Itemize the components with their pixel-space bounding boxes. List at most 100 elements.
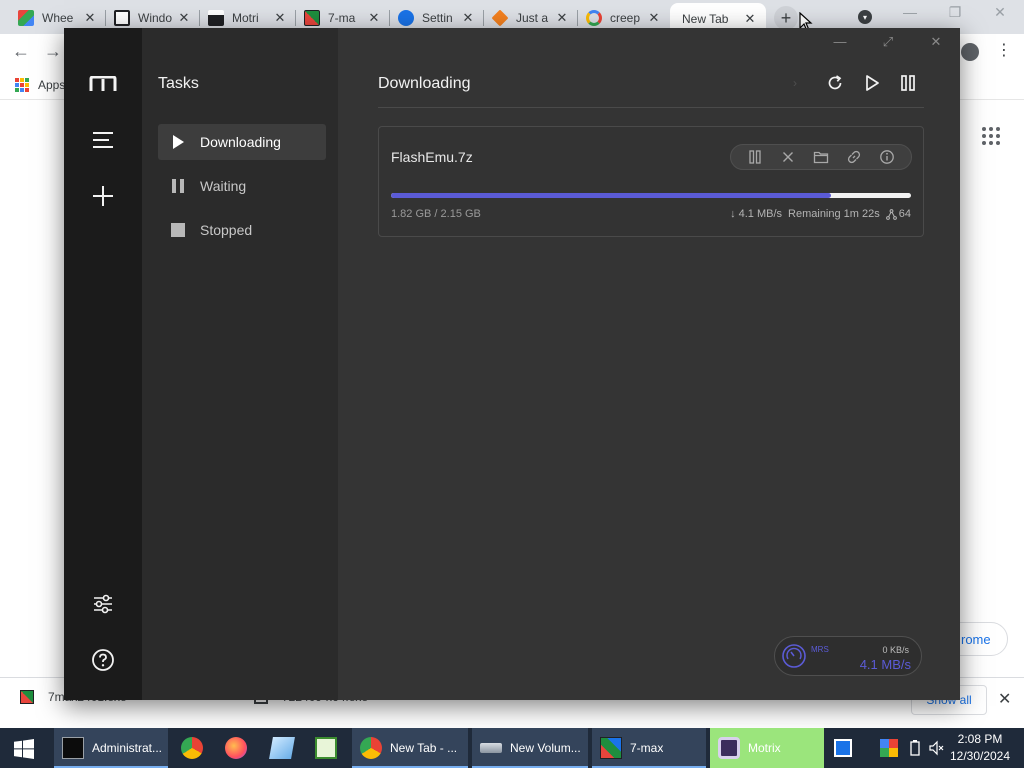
browser-minimize-icon[interactable]: — xyxy=(890,4,930,20)
tab-close-icon[interactable]: ✕ xyxy=(646,10,662,26)
connections-icon xyxy=(885,208,897,220)
play-icon xyxy=(173,135,184,149)
back-icon[interactable]: ← xyxy=(12,41,30,62)
tab-favicon-icon xyxy=(491,9,509,26)
taskbar-item-explorer[interactable]: New Volum... xyxy=(472,728,588,768)
settings-sliders-icon[interactable] xyxy=(91,592,115,616)
help-icon[interactable] xyxy=(91,648,115,672)
tab-favicon-icon xyxy=(18,9,34,26)
cmd-icon xyxy=(62,737,84,759)
nav-item-waiting[interactable]: Waiting xyxy=(158,168,326,204)
downloads-close-icon[interactable]: ✕ xyxy=(998,689,1011,709)
tab-close-icon[interactable]: ✕ xyxy=(554,10,570,26)
taskbar-item-chrome-window[interactable]: New Tab - ... xyxy=(352,728,468,768)
folder-icon[interactable] xyxy=(813,149,829,165)
task-name: FlashEmu.7z xyxy=(391,149,473,165)
speedometer[interactable]: MRS 0 KB/s 4.1 MB/s xyxy=(774,636,922,676)
browser-tab[interactable]: 7-ma ✕ xyxy=(296,4,390,31)
task-item[interactable]: FlashEmu.7z 1.82 GB / 2.15 GB ↓ 4.1 MB/s… xyxy=(378,126,924,237)
nav-item-downloading[interactable]: Downloading xyxy=(158,124,326,160)
header-divider xyxy=(378,107,924,108)
firefox-icon xyxy=(225,737,247,759)
drive-icon xyxy=(480,743,502,753)
taskbar-clock[interactable]: 2:08 PM 12/30/2024 xyxy=(948,731,1012,765)
chrome-icon xyxy=(181,737,203,759)
tab-close-icon[interactable]: ✕ xyxy=(366,10,382,26)
tray-color-icon[interactable] xyxy=(880,739,898,757)
task-stats: ↓ 4.1 MB/s Remaining 1m 22s 64 xyxy=(730,208,911,220)
menu-icon[interactable] xyxy=(91,128,115,152)
panel-title: Tasks xyxy=(158,75,199,92)
tab-favicon-icon xyxy=(398,9,414,26)
page-title: Downloading xyxy=(378,75,471,92)
spreadsheet-icon xyxy=(315,737,337,759)
task-progress-fill xyxy=(391,193,832,198)
download-speed: 4.1 MB/s xyxy=(859,657,911,672)
browser-close-icon[interactable]: ✕ xyxy=(980,4,1020,21)
motrix-maximize-icon[interactable]: ⤢ xyxy=(876,34,900,52)
taskbar-item-cmd[interactable]: Administrat... xyxy=(54,728,168,768)
tab-close-icon[interactable]: ✕ xyxy=(82,10,98,26)
taskbar-item-spreadsheet[interactable] xyxy=(306,728,346,768)
taskbar-item-firefox[interactable] xyxy=(216,728,256,768)
volume-muted-icon[interactable] xyxy=(928,739,946,757)
task-progress-bar xyxy=(391,193,911,198)
tray-app-icon[interactable] xyxy=(834,739,852,757)
taskbar-item-7max[interactable]: 7-max xyxy=(592,728,706,768)
browser-tab[interactable]: Motri ✕ xyxy=(200,4,296,31)
google-icon xyxy=(586,9,602,26)
battery-icon[interactable] xyxy=(906,739,924,757)
motrix-window: Tasks Downloading Waiting Stopped — ⤢ ✕ … xyxy=(64,28,960,700)
motrix-close-icon[interactable]: ✕ xyxy=(924,34,948,52)
clock-date: 12/30/2024 xyxy=(949,749,1011,763)
taskbar-item-chrome-pinned[interactable] xyxy=(172,728,212,768)
browser-tab[interactable]: creep ✕ xyxy=(578,4,670,31)
browser-menu-icon[interactable]: ⋮ xyxy=(996,40,1012,60)
tasks-panel: Tasks Downloading Waiting Stopped xyxy=(142,28,338,700)
speedometer-gauge-icon xyxy=(782,644,806,668)
windows-start-icon[interactable] xyxy=(14,739,34,759)
tab-favicon-icon xyxy=(208,9,224,26)
apps-bookmark[interactable]: Apps xyxy=(38,78,65,92)
resume-all-icon[interactable] xyxy=(863,74,881,92)
browser-tab[interactable]: Windo ✕ xyxy=(106,4,200,31)
pause-icon xyxy=(172,179,184,193)
tab-close-icon[interactable]: ✕ xyxy=(460,10,476,26)
add-task-icon[interactable] xyxy=(91,184,115,208)
pause-task-icon[interactable] xyxy=(747,149,763,165)
speed-mode-label: MRS xyxy=(811,645,829,654)
taskbar-item-motrix[interactable]: Motrix xyxy=(710,728,824,768)
link-icon[interactable] xyxy=(846,149,862,165)
taskbar-item-notepad[interactable] xyxy=(262,728,302,768)
nav-item-stopped[interactable]: Stopped xyxy=(158,212,326,248)
sevenmax-file-icon xyxy=(20,690,34,704)
chevron-right-icon: › xyxy=(793,76,797,90)
task-connections: 64 xyxy=(885,208,911,220)
task-speed: ↓ 4.1 MB/s xyxy=(730,208,783,220)
notepad-icon xyxy=(269,737,295,759)
browser-tab[interactable]: Just a ✕ xyxy=(484,4,578,31)
refresh-icon[interactable] xyxy=(826,74,844,92)
browser-restore-icon[interactable]: ❐ xyxy=(935,4,975,21)
chrome-icon xyxy=(360,737,382,759)
browser-tab[interactable]: Whee ✕ xyxy=(10,4,106,31)
tab-favicon-icon xyxy=(114,9,130,26)
task-remaining: Remaining 1m 22s xyxy=(788,208,880,220)
motrix-minimize-icon[interactable]: — xyxy=(828,34,852,52)
tab-search-icon[interactable]: ▾ xyxy=(858,10,872,24)
motrix-rail xyxy=(64,28,142,700)
tab-close-icon[interactable]: ✕ xyxy=(176,10,192,26)
upload-speed: 0 KB/s xyxy=(882,645,909,655)
browser-tab[interactable]: Settin ✕ xyxy=(390,4,484,31)
profile-avatar-icon[interactable] xyxy=(961,43,979,61)
pause-all-icon[interactable] xyxy=(899,74,917,92)
tab-close-icon[interactable]: ✕ xyxy=(272,10,288,26)
delete-task-icon[interactable] xyxy=(780,149,796,165)
tab-close-icon[interactable]: ✕ xyxy=(742,11,758,27)
forward-icon[interactable]: → xyxy=(44,41,62,62)
new-tab-button[interactable]: + xyxy=(774,6,798,30)
apps-icon[interactable] xyxy=(15,78,29,92)
motrix-logo-icon xyxy=(89,76,117,91)
google-apps-icon[interactable] xyxy=(982,127,1000,145)
info-icon[interactable] xyxy=(879,149,895,165)
